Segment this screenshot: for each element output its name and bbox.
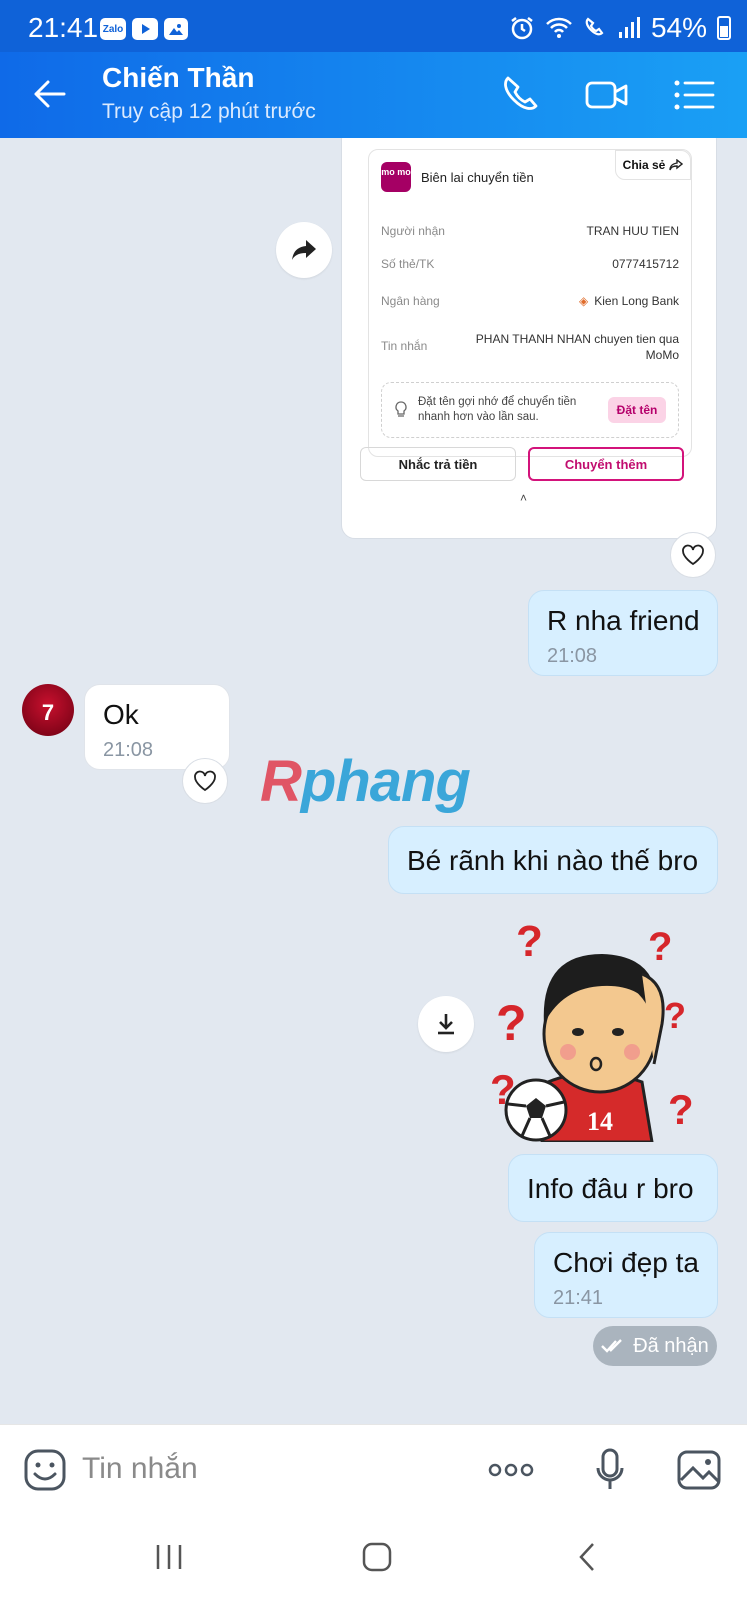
alarm-icon — [511, 17, 533, 40]
bank-value: ◈ Kien Long Bank — [579, 294, 679, 308]
message-time: 21:08 — [547, 645, 598, 667]
svg-text:?: ? — [496, 995, 527, 1051]
zalo-notification-icon: Zalo — [100, 18, 126, 40]
delivery-status-text: Đã nhận — [633, 1334, 709, 1357]
share-button[interactable]: Chia sẻ — [615, 150, 691, 180]
gallery-icon — [164, 18, 188, 40]
message-bubble-out[interactable]: Chơi đẹp ta 21:41 — [534, 1232, 718, 1318]
svg-text:?: ? — [648, 925, 672, 969]
message-bubble-out[interactable]: Bé rãnh khi nào thế bro — [388, 826, 718, 894]
heart-icon — [682, 544, 704, 566]
status-right: 54% — [509, 12, 731, 44]
watermark-logo: Rphang — [260, 749, 471, 814]
heart-icon — [194, 770, 216, 792]
message-text: Bé rãnh khi nào thế bro — [407, 845, 699, 876]
wifi-call-icon — [585, 17, 604, 36]
nav-back-icon — [579, 1543, 594, 1571]
forward-icon — [292, 240, 316, 260]
image-picker-button[interactable] — [676, 1447, 722, 1493]
image-icon — [677, 1450, 721, 1490]
double-check-icon — [601, 1339, 623, 1353]
home-button[interactable] — [352, 1536, 402, 1578]
youtube-icon — [132, 18, 158, 40]
message-input[interactable] — [82, 1447, 462, 1491]
remind-payment-button[interactable]: Nhắc trả tiền — [360, 447, 516, 481]
voice-message-button[interactable] — [592, 1447, 628, 1493]
system-nav-bar — [0, 1514, 747, 1600]
sticker-confused-boy[interactable]: ? ? ? ? ? ? 14 — [492, 914, 712, 1142]
account-value: 0777415712 — [612, 257, 679, 271]
share-label: Chia sẻ — [622, 158, 666, 172]
message-text: Info đâu r bro — [527, 1173, 694, 1204]
message-value: PHAN THANH NHAN chuyen tien qua MoMo — [475, 332, 679, 362]
message-time: 21:41 — [553, 1287, 604, 1309]
microphone-icon — [596, 1448, 624, 1489]
message-label: Tin nhắn — [381, 339, 428, 353]
battery-icon — [717, 16, 731, 40]
message-time: 21:08 — [103, 739, 154, 761]
status-bar: 21:41 Zalo 54% — [0, 0, 747, 52]
recipient-label: Người nhận — [381, 224, 445, 238]
message-input-bar — [0, 1424, 747, 1514]
set-nickname-button[interactable]: Đặt tên — [608, 397, 666, 423]
message-text: R nha friend — [547, 605, 700, 636]
chat-header: Chiến Thần Truy cập 12 phút trước — [0, 52, 747, 138]
svg-text:14: 14 — [587, 1107, 613, 1136]
share-icon — [669, 159, 684, 171]
receipt-title: Biên lai chuyển tiền — [421, 170, 534, 185]
momo-receipt-card[interactable]: mo mo Biên lai chuyển tiền Chia sẻ Người… — [341, 138, 717, 539]
home-icon — [362, 1542, 392, 1572]
svg-text:?: ? — [668, 1086, 694, 1133]
menu-list-icon[interactable] — [670, 72, 716, 118]
contact-name[interactable]: Chiến Thần — [102, 62, 254, 94]
collapse-caret-icon[interactable]: ˄ — [520, 491, 527, 505]
message-text: Ok — [103, 699, 139, 730]
message-text: Chơi đẹp ta — [553, 1247, 700, 1278]
phone-icon[interactable] — [498, 72, 544, 118]
download-button[interactable] — [418, 996, 474, 1052]
svg-text:?: ? — [516, 917, 543, 966]
signal-icon — [618, 17, 640, 38]
nickname-hint-text: Đặt tên gợi nhớ để chuyển tiền nhanh hơn… — [418, 396, 577, 423]
lightbulb-icon — [395, 401, 407, 417]
message-bubble-out[interactable]: R nha friend 21:08 — [528, 590, 718, 676]
recipient-value: TRAN HUU TIEN — [586, 224, 679, 238]
nickname-hint-box: Đặt tên gợi nhớ để chuyển tiền nhanh hơn… — [381, 382, 679, 438]
battery-percent: 54% — [650, 12, 707, 43]
account-label: Số thẻ/TK — [381, 257, 435, 271]
contact-avatar[interactable]: 7 — [22, 684, 74, 736]
recent-apps-button[interactable] — [144, 1536, 194, 1578]
delivery-status-badge: Đã nhận — [593, 1326, 717, 1366]
more-button[interactable] — [486, 1447, 536, 1493]
status-time: 21:41 — [28, 12, 99, 43]
nav-back-button[interactable] — [562, 1536, 612, 1578]
video-call-icon[interactable] — [584, 72, 630, 118]
message-bubble-in[interactable]: Ok 21:08 — [84, 684, 230, 770]
receipt-inner: mo mo Biên lai chuyển tiền Chia sẻ Người… — [368, 149, 692, 457]
wifi-icon — [546, 17, 572, 38]
back-arrow-icon[interactable] — [30, 74, 70, 114]
recent-apps-icon — [156, 1545, 182, 1569]
transfer-more-button[interactable]: Chuyển thêm — [528, 447, 684, 481]
react-heart-button[interactable] — [182, 758, 228, 804]
forward-button[interactable] — [276, 222, 332, 278]
emoji-icon[interactable] — [24, 1449, 66, 1491]
bank-logo-icon: ◈ — [579, 294, 589, 308]
download-icon — [438, 1014, 454, 1035]
more-icon — [488, 1463, 534, 1477]
chat-area[interactable]: mo mo Biên lai chuyển tiền Chia sẻ Người… — [0, 138, 747, 1424]
react-heart-button[interactable] — [670, 532, 716, 578]
contact-status: Truy cập 12 phút trước — [102, 100, 316, 123]
bank-name: Kien Long Bank — [594, 294, 679, 308]
momo-logo: mo mo — [381, 162, 411, 192]
bank-label: Ngân hàng — [381, 294, 440, 308]
message-bubble-out[interactable]: Info đâu r bro — [508, 1154, 718, 1222]
svg-text:?: ? — [664, 995, 686, 1036]
